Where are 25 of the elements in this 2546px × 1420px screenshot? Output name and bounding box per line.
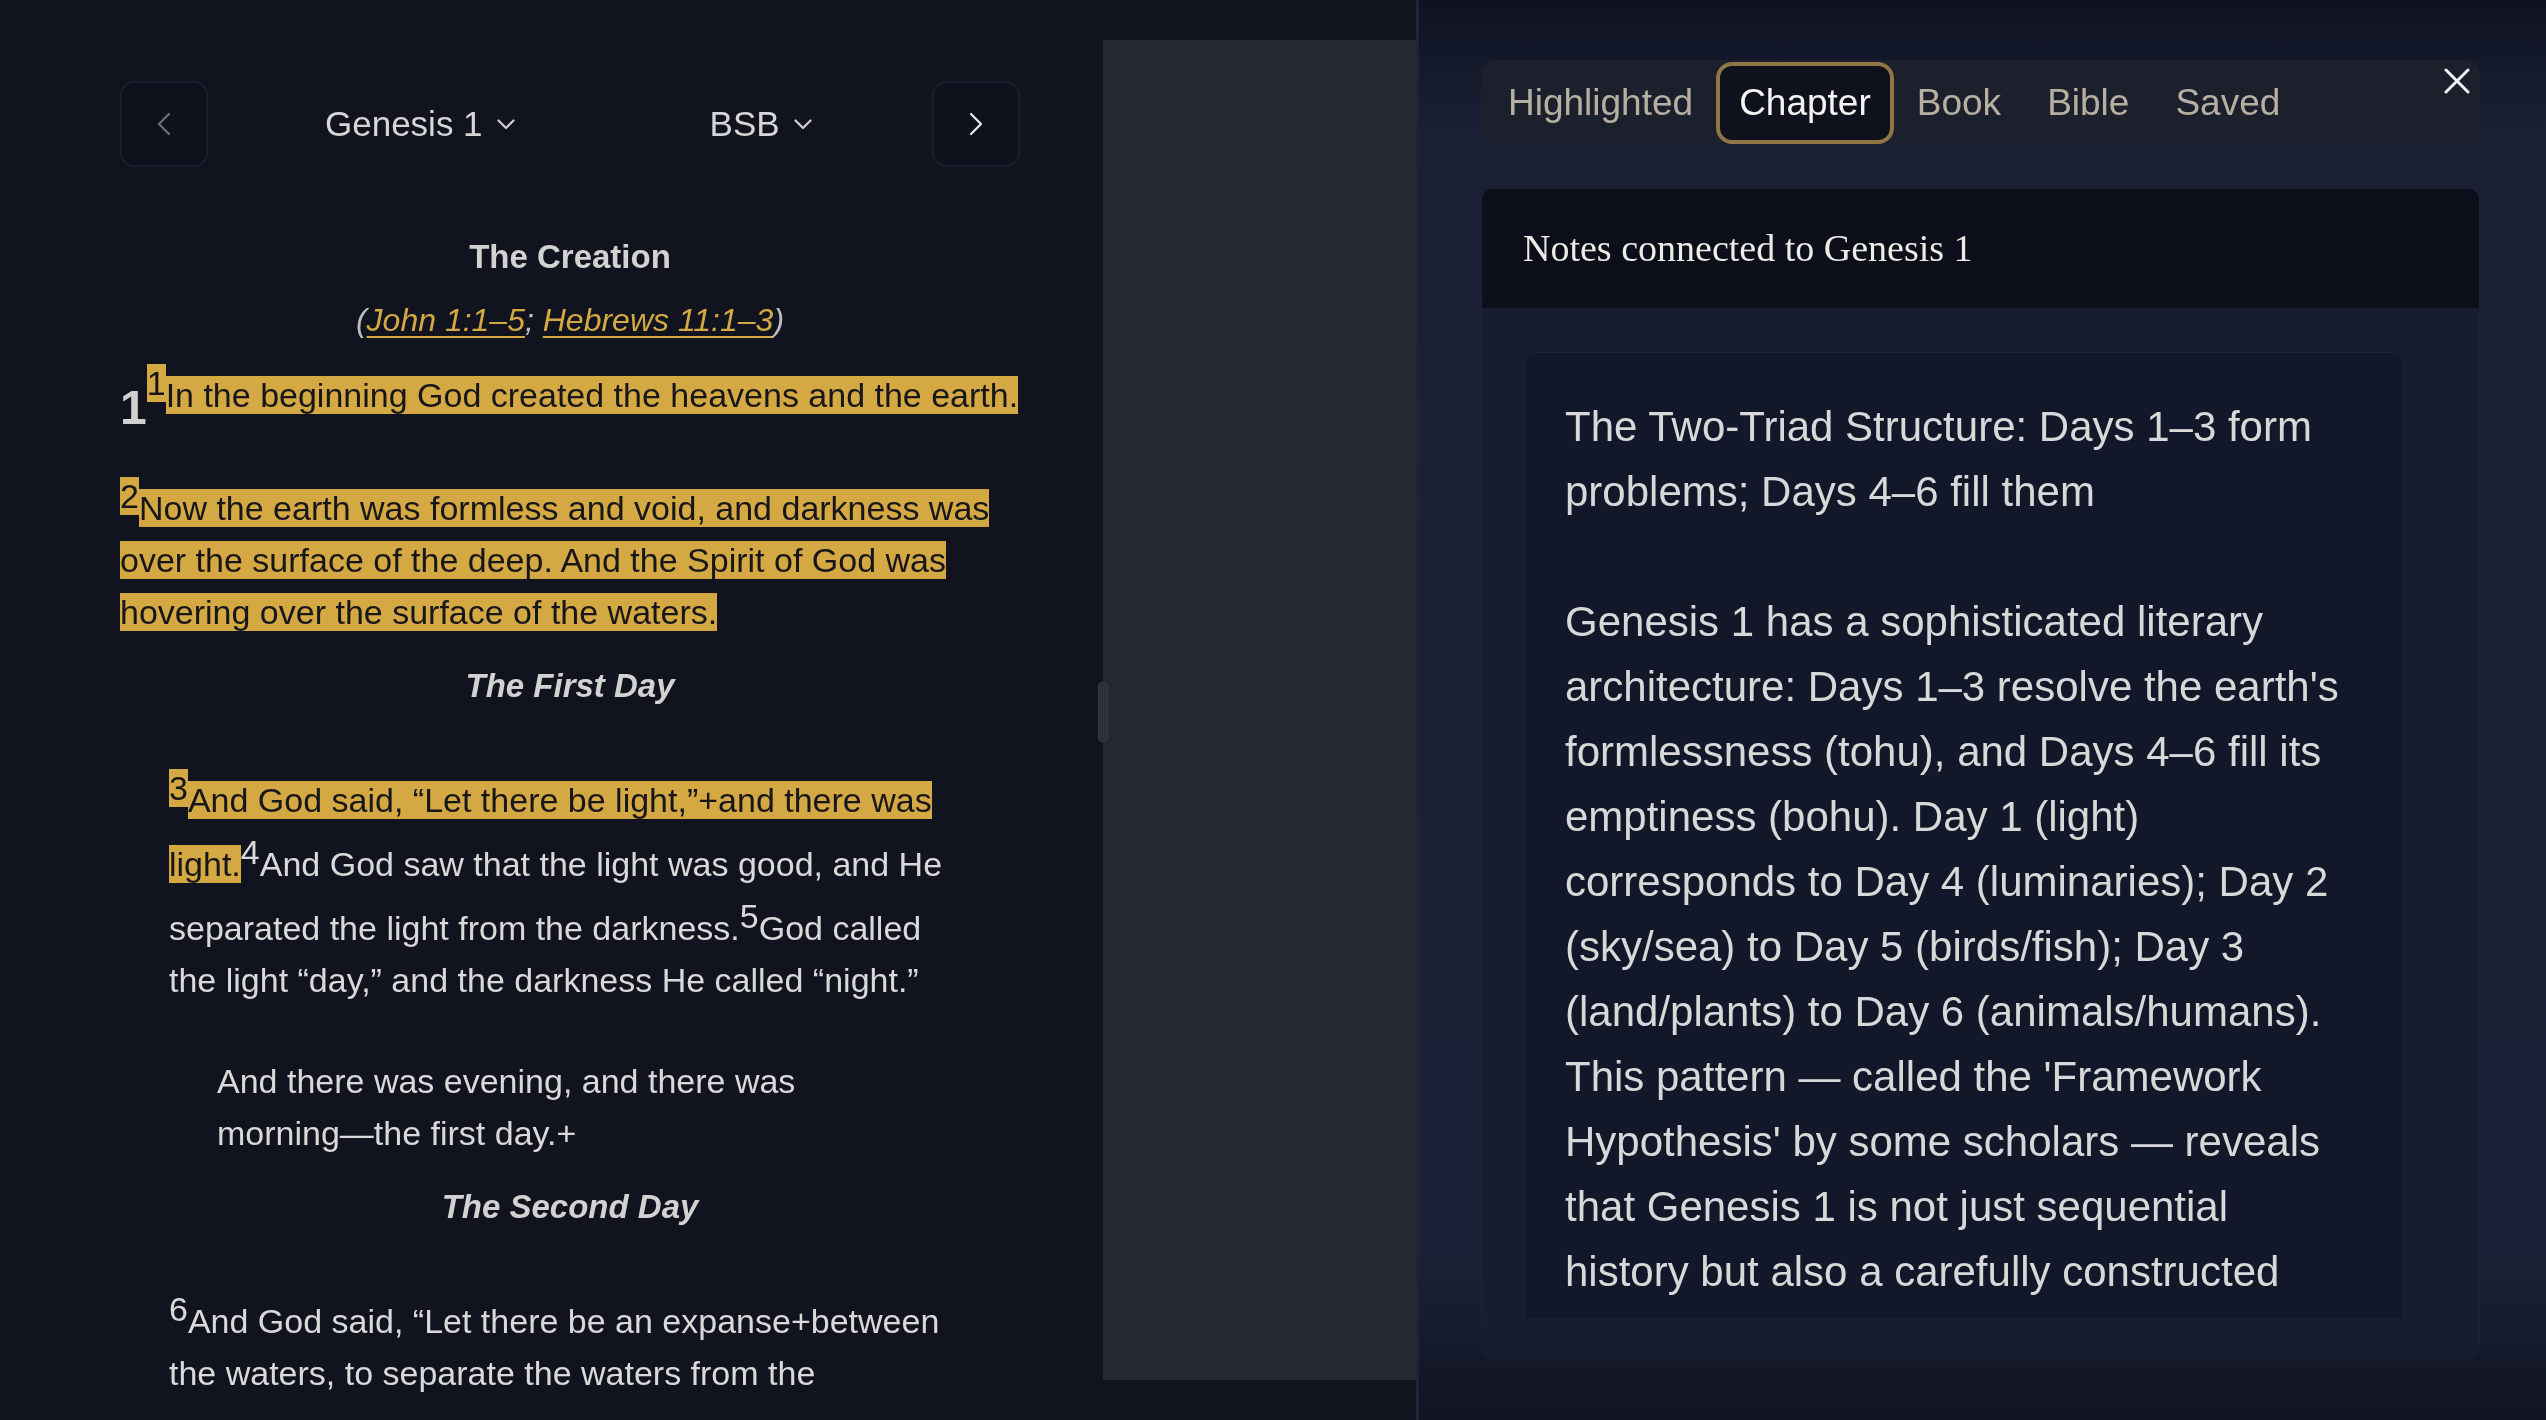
cross-references: (John 1:1–5; Hebrews 11:1–3) bbox=[354, 301, 786, 340]
translation-dropdown[interactable]: BSB bbox=[709, 102, 812, 146]
tab[interactable]: Chapter bbox=[1716, 61, 1894, 144]
chevron-down-icon bbox=[496, 118, 515, 130]
tab[interactable]: Book bbox=[1893, 61, 2025, 144]
resize-handle[interactable] bbox=[1098, 682, 1108, 742]
chevron-left-icon bbox=[157, 112, 171, 136]
chevron-right-icon bbox=[969, 112, 983, 136]
chapter-number: 1 bbox=[120, 384, 147, 432]
notes-title: Notes connected to Genesis 1 bbox=[1523, 226, 1973, 271]
note-text: The Two-Triad Structure: Days 1–3 form problems; Days 4–6 fill them bbox=[1565, 402, 2313, 517]
scripture-paragraph: And there was evening, and there was morning—the first day.+ bbox=[217, 1061, 797, 1154]
note-text: Genesis 1 has a sophisticated literary architecture: Days 1–3 resolve the earth's formlessness (tohu), and Days 4–6 fill its emptiness (bohu). Day 1 (light) corresponds to Day 4 (luminaries); Day 2 (sky/sea) to Day 5 (birds/fish); Day 3 (land/plants) to Day 6 (animals/humans). This pattern — called the 'Framework Hypothesis' by some scholars — reveals that Genesis 1 is not just sequential history but also a carefully constructed bbox=[1565, 597, 2340, 1297]
chapter-dropdown[interactable]: Genesis 1 bbox=[325, 102, 515, 146]
close-button[interactable] bbox=[2444, 68, 2470, 94]
tab[interactable]: Highlighted bbox=[1485, 61, 1717, 144]
chevron-down-icon bbox=[793, 118, 812, 130]
next-chapter-button[interactable] bbox=[932, 81, 1020, 167]
previous-chapter-button[interactable] bbox=[120, 81, 208, 167]
close-icon bbox=[2444, 68, 2470, 94]
section-heading: The Second Day bbox=[440, 1187, 701, 1227]
section-heading: The Creation bbox=[468, 237, 672, 277]
tab[interactable]: Bible bbox=[2024, 61, 2153, 144]
section-heading: The First Day bbox=[464, 666, 677, 706]
tab[interactable]: Saved bbox=[2152, 61, 2304, 144]
